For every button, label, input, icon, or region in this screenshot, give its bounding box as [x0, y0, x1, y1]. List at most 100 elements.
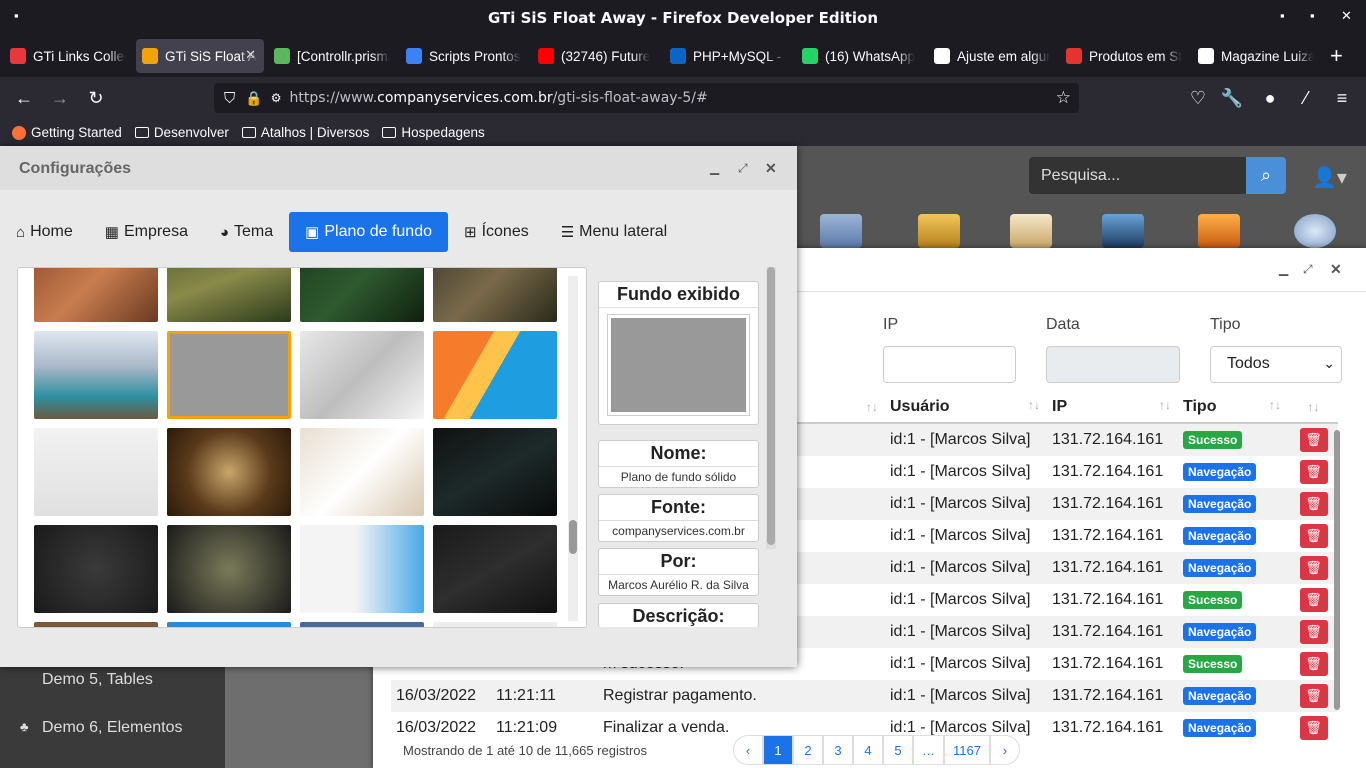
bookmark-desenvolver[interactable]: Desenvolver [134, 125, 229, 140]
wrench-icon[interactable]: 🔧 [1214, 88, 1250, 109]
truck-icon[interactable] [820, 214, 862, 248]
table-scrollbar[interactable] [1334, 430, 1340, 710]
browser-tab[interactable]: PHP+MySQL - OneDrive [664, 39, 792, 73]
prev-page-button[interactable]: ‹ [733, 735, 763, 765]
page-5[interactable]: … [913, 735, 944, 765]
background-thumbnail[interactable] [34, 428, 158, 516]
background-thumbnail[interactable] [34, 622, 158, 627]
bookmark-star-icon[interactable]: ☆ [1056, 88, 1071, 108]
tab-building[interactable]: ▦ Empresa [89, 212, 204, 252]
sidebar-item-demo6[interactable]: ♣ Demo 6, Elementos [0, 719, 225, 737]
background-thumbnail[interactable] [34, 525, 158, 613]
browser-tab[interactable]: GTi SiS Float Away✕ [136, 39, 264, 73]
shield-icon[interactable]: ⛉ [224, 90, 235, 107]
bookmark-hospedagens[interactable]: Hospedagens [382, 125, 485, 140]
eyedropper-icon[interactable]: ⁄ [1288, 88, 1324, 109]
globe-icon[interactable] [1294, 214, 1336, 248]
background-thumbnail[interactable] [433, 268, 557, 322]
delete-button[interactable]: 🗑 [1299, 716, 1328, 740]
browser-tab[interactable]: (32746) Future [532, 39, 660, 73]
search-input[interactable]: Pesquisa... [1029, 167, 1246, 185]
column-usuario[interactable]: Usuário ↑↓ [886, 398, 1048, 416]
clipboard-icon[interactable] [1010, 214, 1052, 248]
delete-button[interactable]: 🗑 [1299, 620, 1328, 644]
browser-tab[interactable]: (16) WhatsApp [796, 39, 924, 73]
column-tipo[interactable]: Tipo ↑↓ [1179, 398, 1289, 416]
tab-home[interactable]: ⌂ Home [0, 212, 89, 252]
background-thumbnail[interactable] [300, 331, 424, 419]
close-window-icon[interactable]: ✕ [1341, 8, 1352, 24]
column-ip[interactable]: IP ↑↓ [1048, 398, 1179, 416]
browser-tab[interactable]: Produtos em Stock [1060, 39, 1188, 73]
url-bar[interactable]: ⛉ 🔒 ⚙ https://www.companyservices.com.br… [214, 83, 1079, 113]
background-thumbnail[interactable] [300, 428, 424, 516]
background-thumbnail[interactable] [34, 331, 158, 419]
forward-icon[interactable]: → [42, 88, 78, 109]
search-icon[interactable]: ⌕ [1246, 157, 1286, 194]
popout-icon[interactable]: ⤢ [1303, 262, 1313, 277]
next-page-button[interactable]: › [989, 735, 1020, 765]
close-tab-icon[interactable]: ✕ [245, 47, 256, 63]
page-1[interactable]: 2 [793, 735, 823, 765]
background-thumbnail[interactable] [433, 331, 557, 419]
new-tab-icon[interactable]: + [1330, 43, 1343, 69]
bookmark-getting-started[interactable]: Getting Started [12, 125, 122, 140]
background-thumbnail[interactable] [167, 268, 291, 322]
background-thumbnail[interactable] [433, 428, 557, 516]
url-text[interactable]: https://www.companyservices.com.br/gti-s… [289, 90, 707, 106]
sidebar-item-demo5[interactable]: Demo 5, Tables [0, 671, 225, 699]
delete-button[interactable]: 🗑 [1299, 556, 1328, 580]
gallery-scrollbar[interactable] [568, 276, 578, 621]
background-thumbnail[interactable] [300, 622, 424, 627]
account-icon[interactable]: ● [1252, 88, 1288, 109]
delete-button[interactable]: 🗑 [1299, 588, 1328, 612]
background-thumbnail[interactable] [300, 525, 424, 613]
page-6[interactable]: 1167 [944, 735, 990, 765]
page-0[interactable]: 1 [763, 735, 793, 765]
background-thumbnail[interactable] [167, 331, 291, 419]
sort-icon[interactable]: ↑↓ [1289, 400, 1338, 414]
tab-grid[interactable]: ⊞ Ícones [448, 212, 545, 252]
delete-button[interactable]: 🗑 [1299, 652, 1328, 676]
computer-icon[interactable] [1102, 214, 1144, 248]
tab-menu[interactable]: ☰ Menu lateral [545, 212, 684, 252]
user-menu-icon[interactable]: 👤▾ [1312, 165, 1347, 190]
delete-button[interactable]: 🗑 [1299, 428, 1328, 452]
contacts-book-icon[interactable] [918, 214, 960, 248]
background-thumbnail[interactable] [433, 622, 557, 627]
panel-scrollbar[interactable] [766, 267, 776, 549]
minimize-icon[interactable]: ▁ [1279, 262, 1288, 276]
menu-icon[interactable]: ≡ [1324, 88, 1360, 109]
pocket-icon[interactable]: ♡ [1180, 88, 1216, 109]
bookmark-atalhos[interactable]: Atalhos | Diversos [241, 125, 369, 140]
delete-button[interactable]: 🗑 [1299, 524, 1328, 548]
permissions-icon[interactable]: ⚙ [271, 91, 282, 105]
delete-button[interactable]: 🗑 [1299, 460, 1328, 484]
window-menu-icon[interactable]: ▪ [14, 8, 19, 23]
browser-tab[interactable]: Magazine Luiza [1192, 39, 1320, 73]
lock-icon[interactable]: 🔒 [245, 90, 262, 107]
tab-image[interactable]: ▣ Plano de fundo [289, 212, 448, 252]
delete-button[interactable]: 🗑 [1299, 492, 1328, 516]
background-thumbnail[interactable] [433, 525, 557, 613]
background-thumbnail[interactable] [167, 525, 291, 613]
browser-tab[interactable]: [Controllr.prisma] [268, 39, 396, 73]
search-box[interactable]: Pesquisa... ⌕ [1029, 157, 1286, 194]
page-4[interactable]: 5 [883, 735, 913, 765]
ip-filter-input[interactable] [883, 346, 1016, 383]
delete-button[interactable]: 🗑 [1299, 684, 1328, 708]
background-thumbnail[interactable] [34, 268, 158, 322]
tab-palette[interactable]: ◕ Tema [204, 212, 289, 252]
popout-icon[interactable]: ⤢ [738, 161, 748, 176]
reload-icon[interactable]: ↻ [78, 88, 114, 109]
back-icon[interactable]: ← [6, 88, 42, 109]
maximize-icon[interactable]: ▪ [1310, 8, 1315, 23]
browser-tab[interactable]: Scripts Prontos [400, 39, 528, 73]
close-icon[interactable]: ✕ [1330, 261, 1342, 278]
monitor-icon[interactable] [1198, 214, 1240, 248]
minimize-icon[interactable]: ▪ [1280, 8, 1285, 23]
close-icon[interactable]: ✕ [765, 160, 777, 177]
background-thumbnail[interactable] [167, 622, 291, 627]
date-filter-input[interactable] [1046, 346, 1180, 383]
browser-tab[interactable]: Ajuste em algum [928, 39, 1056, 73]
